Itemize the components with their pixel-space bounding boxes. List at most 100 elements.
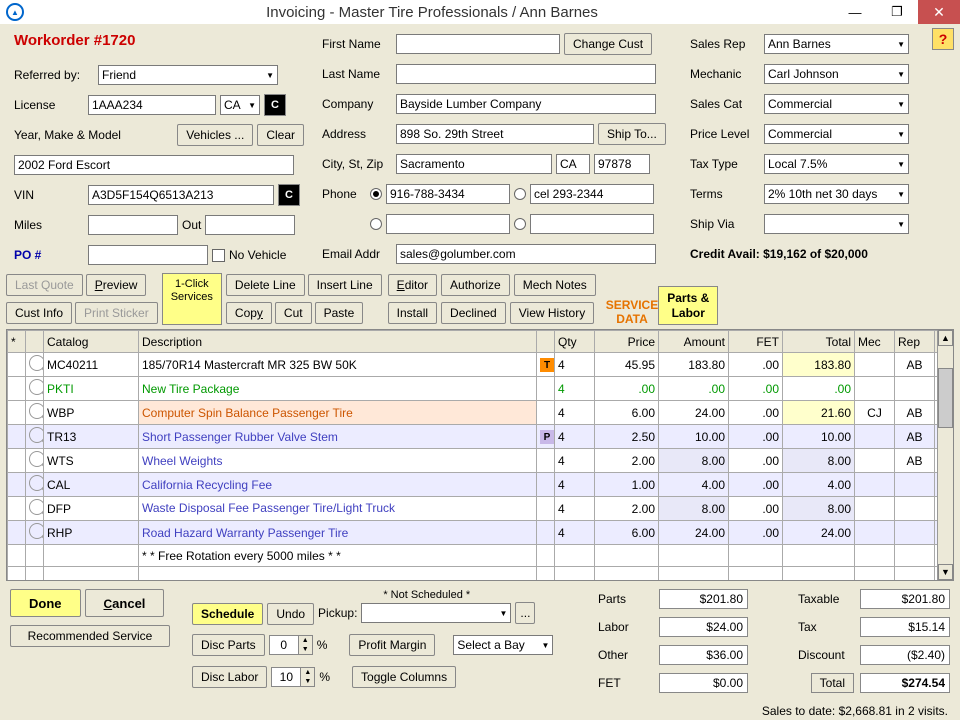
clear-button[interactable]: Clear	[257, 124, 304, 146]
custinfo-button[interactable]: Cust Info	[6, 302, 72, 324]
address-input[interactable]	[396, 124, 594, 144]
firstname-input[interactable]	[396, 34, 560, 54]
scroll-up-icon[interactable]: ▲	[938, 330, 953, 346]
phone2-input[interactable]	[530, 184, 654, 204]
deleteline-button[interactable]: Delete Line	[226, 274, 305, 296]
magnify-icon[interactable]	[29, 427, 44, 443]
togglecols-button[interactable]: Toggle Columns	[352, 666, 456, 688]
col-star[interactable]: *	[8, 331, 26, 353]
oneclick-button[interactable]: 1-ClickServices	[162, 273, 222, 325]
magnify-icon[interactable]	[29, 499, 44, 515]
col-qty[interactable]: Qty	[555, 331, 595, 353]
help-button[interactable]: ?	[932, 28, 954, 50]
schedule-button[interactable]: Schedule	[192, 603, 263, 625]
col-amount[interactable]: Amount	[659, 331, 729, 353]
salescat-select[interactable]: Commercial	[764, 94, 909, 114]
table-row[interactable]: RHPRoad Hazard Warranty Passenger Tire46…	[8, 521, 953, 545]
magnify-icon[interactable]	[29, 523, 44, 539]
insertline-button[interactable]: Insert Line	[308, 274, 382, 296]
editor-button[interactable]: Editor	[388, 274, 437, 296]
ymm-input[interactable]	[14, 155, 294, 175]
lastname-input[interactable]	[396, 64, 656, 84]
phone2-radio[interactable]	[514, 188, 526, 200]
table-row[interactable]: TR13Short Passenger Rubber Valve StemP42…	[8, 425, 953, 449]
magnify-icon[interactable]	[29, 475, 44, 491]
magnify-icon[interactable]	[29, 379, 44, 395]
col-fet[interactable]: FET	[729, 331, 783, 353]
company-input[interactable]	[396, 94, 656, 114]
city-input[interactable]	[396, 154, 552, 174]
partslabor-tab[interactable]: Parts &Labor	[658, 286, 718, 325]
state-input[interactable]	[556, 154, 590, 174]
disclabor-button[interactable]: Disc Labor	[192, 666, 267, 688]
pricelevel-select[interactable]: Commercial	[764, 124, 909, 144]
col-mec[interactable]: Mec	[855, 331, 895, 353]
profitmargin-button[interactable]: Profit Margin	[349, 634, 435, 656]
pickup-dots-button[interactable]: ...	[515, 602, 535, 624]
col-catalog[interactable]: Catalog	[44, 331, 139, 353]
maximize-button[interactable]: ❐	[876, 0, 918, 24]
salesrep-select[interactable]: Ann Barnes	[764, 34, 909, 54]
scroll-down-icon[interactable]: ▼	[938, 564, 953, 580]
table-row[interactable]	[8, 567, 953, 582]
shipvia-select[interactable]	[764, 214, 909, 234]
cancel-button[interactable]: Cancel	[85, 589, 165, 617]
phone1-input[interactable]	[386, 184, 510, 204]
done-button[interactable]: Done	[10, 589, 81, 617]
discparts-spinner[interactable]: ▲▼	[269, 635, 313, 655]
authorize-button[interactable]: Authorize	[441, 274, 510, 296]
table-row[interactable]: * * Free Rotation every 5000 miles * *	[8, 545, 953, 567]
minimize-button[interactable]: —	[834, 0, 876, 24]
referred-select[interactable]: Friend	[98, 65, 278, 85]
magnify-icon[interactable]	[29, 355, 44, 371]
preview-button[interactable]: Preview	[86, 274, 147, 296]
col-rep[interactable]: Rep	[895, 331, 935, 353]
phone3-input[interactable]	[386, 214, 510, 234]
selectbay-select[interactable]: Select a Bay	[453, 635, 553, 655]
mechanic-select[interactable]: Carl Johnson	[764, 64, 909, 84]
out-input[interactable]	[205, 215, 295, 235]
phone3-radio[interactable]	[370, 218, 382, 230]
taxtype-select[interactable]: Local 7.5%	[764, 154, 909, 174]
printsticker-button[interactable]: Print Sticker	[75, 302, 158, 324]
table-row[interactable]: DFPWaste Disposal Fee Passenger Tire/Lig…	[8, 497, 953, 521]
grid-scrollbar[interactable]: ▲ ▼	[937, 330, 953, 580]
install-button[interactable]: Install	[388, 302, 437, 324]
discparts-button[interactable]: Disc Parts	[192, 634, 265, 656]
table-row[interactable]: WBPComputer Spin Balance Passenger Tire4…	[8, 401, 953, 425]
terms-select[interactable]: 2% 10th net 30 days	[764, 184, 909, 204]
lastquote-button[interactable]: Last Quote	[6, 274, 83, 296]
disclabor-spinner[interactable]: ▲▼	[271, 667, 315, 687]
table-row[interactable]: WTSWheel Weights42.008.00.008.00AB	[8, 449, 953, 473]
table-row[interactable]: MC40211185/70R14 Mastercraft MR 325 BW 5…	[8, 353, 953, 377]
viewhistory-button[interactable]: View History	[510, 302, 594, 324]
email-input[interactable]	[396, 244, 656, 264]
phone1-radio[interactable]	[370, 188, 382, 200]
license-lookup-icon[interactable]: C	[264, 94, 286, 116]
miles-input[interactable]	[88, 215, 178, 235]
vehicles-button[interactable]: Vehicles ...	[177, 124, 253, 146]
total-button[interactable]: Total	[811, 673, 854, 693]
vin-input[interactable]	[88, 185, 274, 205]
table-row[interactable]: PKTINew Tire Package4.00.00.00.00	[8, 377, 953, 401]
shipto-button[interactable]: Ship To...	[598, 123, 666, 145]
col-desc[interactable]: Description	[139, 331, 537, 353]
magnify-icon[interactable]	[29, 451, 44, 467]
change-cust-button[interactable]: Change Cust	[564, 33, 652, 55]
col-price[interactable]: Price	[595, 331, 659, 353]
declined-button[interactable]: Declined	[441, 302, 506, 324]
servicedata-tab[interactable]: SERVICEDATA	[606, 297, 658, 325]
vin-lookup-icon[interactable]: C	[278, 184, 300, 206]
zip-input[interactable]	[594, 154, 650, 174]
copy-button[interactable]: Copy	[226, 302, 272, 324]
col-total[interactable]: Total	[783, 331, 855, 353]
paste-button[interactable]: Paste	[315, 302, 364, 324]
phone4-input[interactable]	[530, 214, 654, 234]
undo-button[interactable]: Undo	[267, 603, 314, 625]
lineitem-grid[interactable]: * Catalog Description Qty Price Amount F…	[6, 329, 954, 581]
phone4-radio[interactable]	[514, 218, 526, 230]
novehicle-checkbox[interactable]	[212, 249, 225, 262]
po-input[interactable]	[88, 245, 208, 265]
scroll-thumb[interactable]	[938, 368, 953, 428]
pickup-select[interactable]	[361, 603, 511, 623]
